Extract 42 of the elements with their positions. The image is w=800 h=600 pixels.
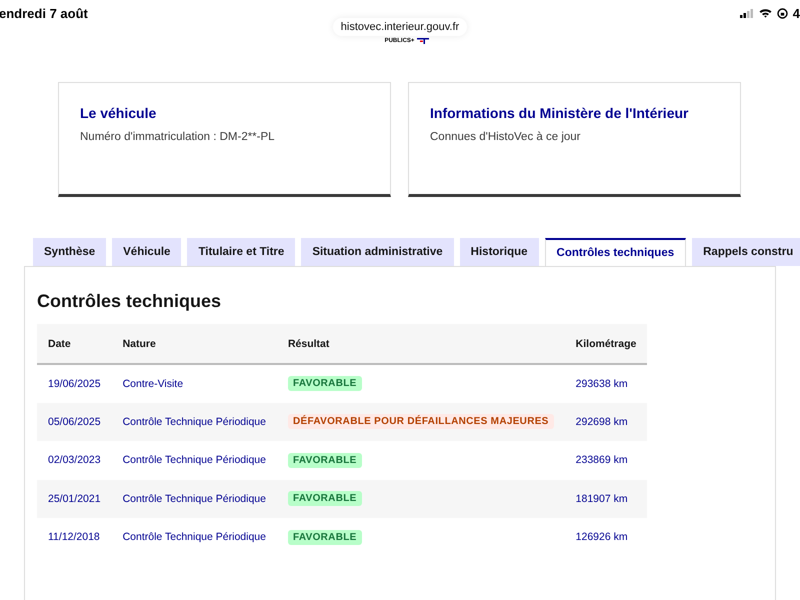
- date-cell: 02/03/2023: [37, 441, 112, 480]
- tab[interactable]: Véhicule: [112, 238, 182, 266]
- result-badge: FAVORABLE: [288, 376, 362, 392]
- mileage-cell: 126926 km: [564, 518, 648, 556]
- date-cell: 25/01/2021: [37, 480, 112, 518]
- tab[interactable]: Contrôles techniques: [544, 238, 686, 266]
- logo-icon: [417, 38, 430, 44]
- column-header: Nature: [112, 324, 277, 364]
- rotation-lock-icon: [776, 8, 788, 18]
- result-badge: FAVORABLE: [288, 530, 362, 545]
- card-text: Connues d'HistoVec à ce jour: [430, 131, 582, 143]
- result-badge: DÉFAVORABLE POUR DÉFAILLANCES MAJEURES: [288, 414, 554, 430]
- result-badge: FAVORABLE: [288, 491, 362, 506]
- mileage-cell: 181907 km: [564, 480, 648, 518]
- nature-cell: Contrôle Technique Périodique: [112, 402, 277, 441]
- tab[interactable]: Historique: [460, 238, 539, 266]
- mileage-cell: 293638 km: [564, 364, 648, 402]
- mileage-cell: 292698 km: [564, 402, 648, 441]
- nature-cell: Contrôle Technique Périodique: [112, 441, 277, 480]
- nature-cell: Contrôle Technique Périodique: [112, 480, 277, 518]
- date-cell: 11/12/2018: [37, 518, 112, 556]
- section-title: Contrôles techniques: [37, 291, 222, 312]
- date-cell: 19/06/2025: [37, 364, 112, 402]
- card-title: Le véhicule: [80, 105, 158, 121]
- card-text: Numéro d'immatriculation : DM-2**-PL: [80, 131, 276, 143]
- date-cell: 05/06/2025: [37, 402, 112, 441]
- tab[interactable]: Situation administrative: [301, 238, 454, 266]
- column-header: Date: [37, 324, 112, 364]
- nature-cell: Contre-Visite: [112, 364, 277, 402]
- result-badge: FAVORABLE: [288, 452, 362, 468]
- nature-cell: Contrôle Technique Périodique: [112, 518, 277, 556]
- address-bar[interactable]: histovec.interieur.gouv.fr: [332, 18, 468, 36]
- tab[interactable]: Rappels constru: [692, 238, 800, 266]
- signal-icon: [740, 8, 754, 18]
- tab[interactable]: Synthèse: [33, 238, 106, 266]
- card-title: Informations du Ministère de l'Intérieur: [430, 105, 690, 121]
- mileage-cell: 233869 km: [564, 441, 648, 480]
- column-header: Kilométrage: [564, 324, 648, 364]
- wifi-icon: [758, 8, 772, 18]
- battery-level: 4: [792, 6, 800, 20]
- column-header: Résultat: [276, 324, 565, 364]
- tab[interactable]: Titulaire et Titre: [187, 238, 296, 266]
